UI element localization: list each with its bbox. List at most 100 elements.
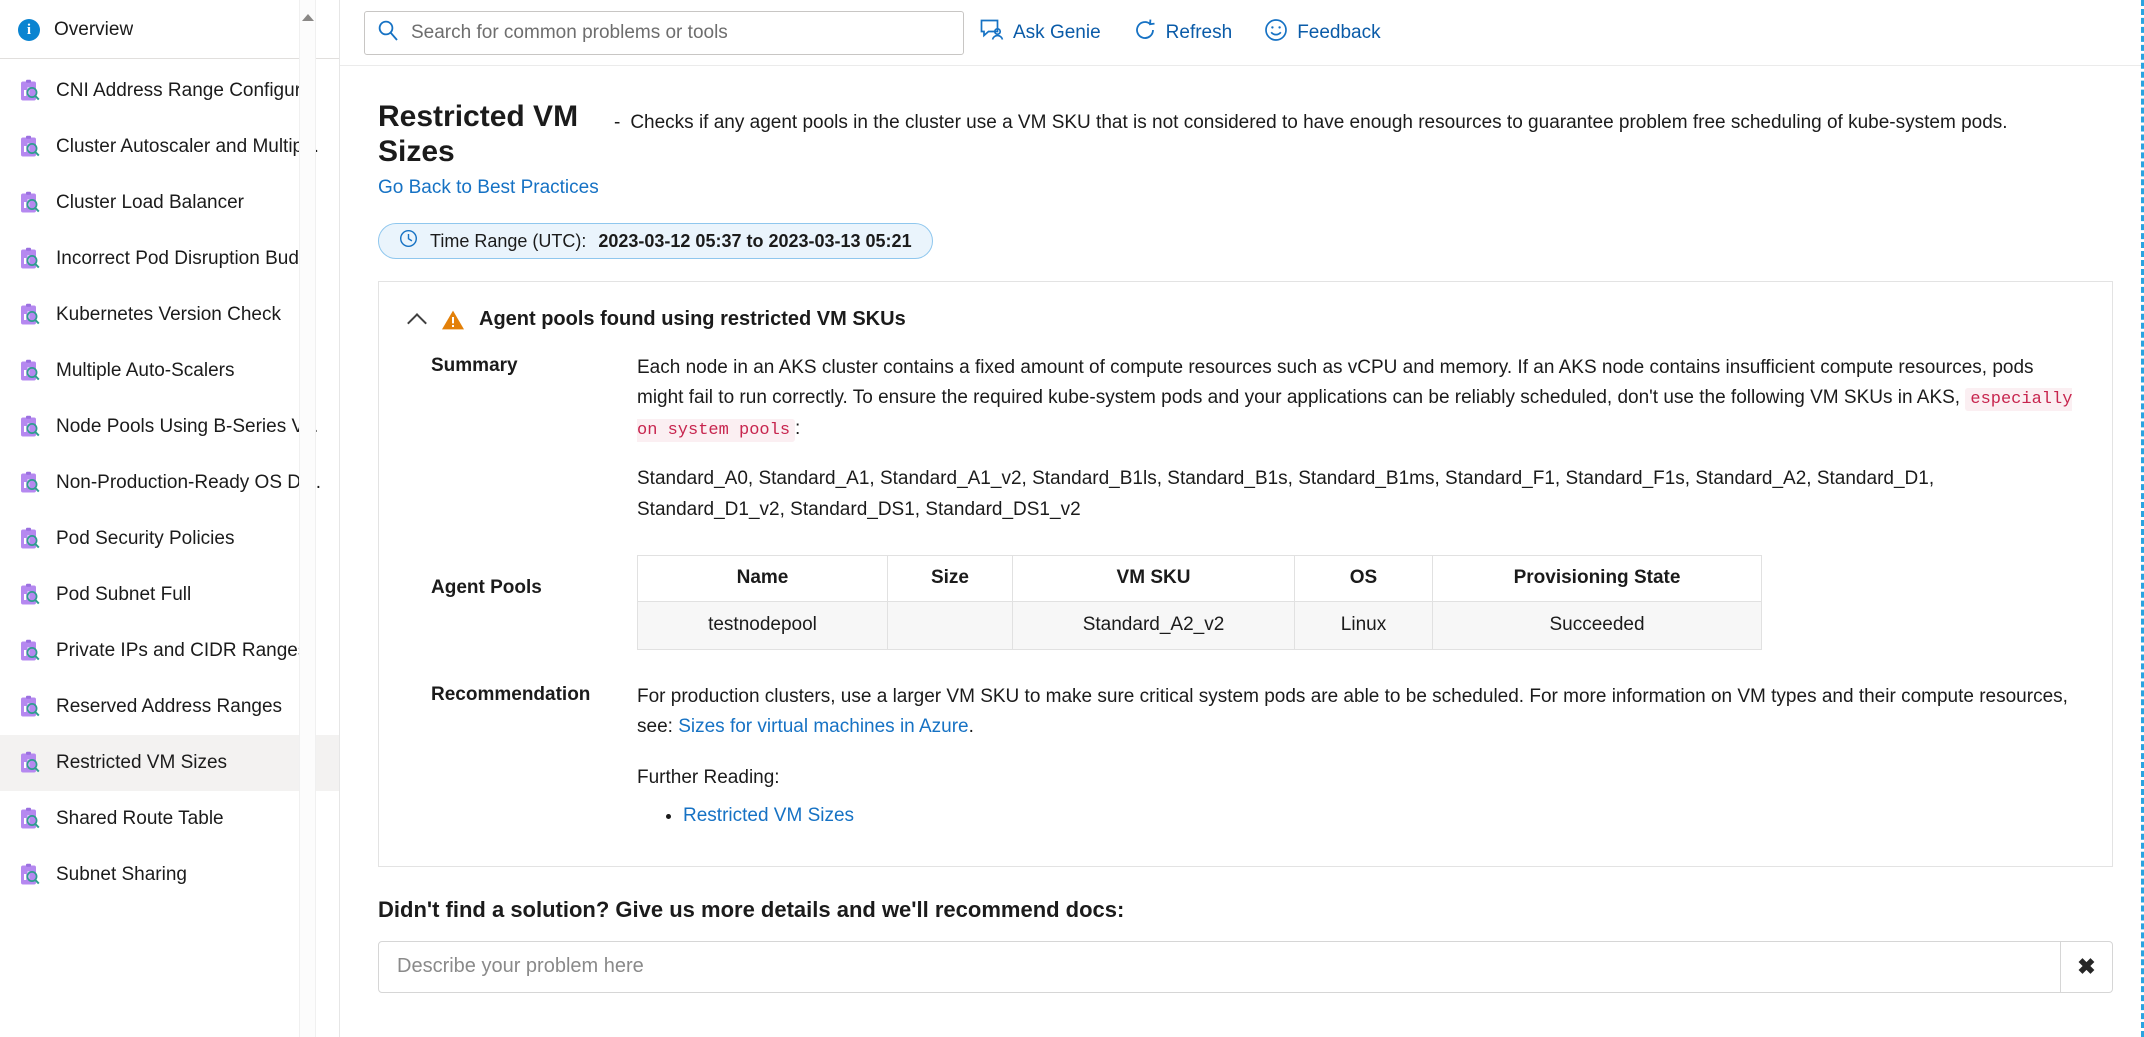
sidebar-item-reserved-address-ranges[interactable]: Reserved Address Ranges (0, 679, 340, 735)
sidebar-divider (0, 58, 340, 59)
toolbar: Ask Genie Refresh (340, 0, 2141, 66)
summary-body: Each node in an AKS cluster contains a f… (637, 353, 2078, 525)
scroll-up-arrow-icon[interactable] (302, 14, 314, 21)
sidebar-item-label: Pod Security Policies (56, 528, 234, 550)
sidebar-scrollbar[interactable] (299, 0, 316, 1037)
clipboard-detector-icon (18, 191, 42, 215)
feedback-prompt: Didn't find a solution? Give us more det… (378, 897, 2113, 923)
sidebar-item-label: Restricted VM Sizes (56, 752, 227, 774)
sidebar-item-multiple-auto-scalers[interactable]: Multiple Auto-Scalers (0, 343, 340, 399)
sidebar: i Overview CNI Address Range Configur...… (0, 0, 340, 1037)
column-header-os: OS (1295, 555, 1433, 601)
sidebar-item-node-pools-using-b-series-v[interactable]: Node Pools Using B-Series V... (0, 399, 340, 455)
agent-pools-table: Name Size VM SKU OS Provisioning State t… (637, 555, 1762, 650)
clipboard-detector-icon (18, 639, 42, 663)
sidebar-list: CNI Address Range Configur... Cluster Aut… (0, 63, 340, 903)
feedback-input-row: ✖ (378, 941, 2113, 993)
recommendation-label: Recommendation (409, 682, 637, 832)
refresh-icon (1133, 18, 1157, 48)
agent-pools-section: Agent Pools Name Size VM SKU OS Provisio… (379, 555, 2112, 650)
summary-section: Summary Each node in an AKS cluster cont… (379, 353, 2112, 525)
time-range-badge[interactable]: Time Range (UTC): 2023-03-12 05:37 to 20… (378, 223, 933, 259)
feedback-label: Feedback (1297, 22, 1380, 44)
recommendation-text-after: . (969, 716, 974, 737)
clock-icon (399, 229, 418, 253)
time-range-value: 2023-03-12 05:37 to 2023-03-13 05:21 (598, 231, 911, 252)
sidebar-item-incorrect-pod-disruption-bud[interactable]: Incorrect Pod Disruption Bud... (0, 231, 340, 287)
description-dash: - (614, 106, 620, 139)
sidebar-item-label: Private IPs and CIDR Ranges (56, 640, 307, 662)
page-description: - Checks if any agent pools in the clust… (614, 100, 2113, 139)
app-root: i Overview CNI Address Range Configur...… (0, 0, 2144, 1037)
column-header-vm-sku: VM SKU (1013, 555, 1295, 601)
clipboard-detector-icon (18, 583, 42, 607)
column-header-provisioning-state: Provisioning State (1433, 555, 1762, 601)
sidebar-item-non-production-ready-os-di[interactable]: Non-Production-Ready OS Di... (0, 455, 340, 511)
sidebar-item-kubernetes-version-check[interactable]: Kubernetes Version Check (0, 287, 340, 343)
table-row: testnodepool Standard_A2_v2 Linux Succee… (638, 601, 1762, 649)
table-header-row: Name Size VM SKU OS Provisioning State (638, 555, 1762, 601)
sidebar-item-cni-address-range-configur[interactable]: CNI Address Range Configur... (0, 63, 340, 119)
refresh-label: Refresh (1166, 22, 1233, 44)
sidebar-item-label: Multiple Auto-Scalers (56, 360, 234, 382)
cell-vm-sku: Standard_A2_v2 (1013, 601, 1295, 649)
close-icon[interactable]: ✖ (2061, 941, 2113, 993)
clipboard-detector-icon (18, 695, 42, 719)
cell-size (888, 601, 1013, 649)
clipboard-detector-icon (18, 303, 42, 327)
sidebar-item-cluster-load-balancer[interactable]: Cluster Load Balancer (0, 175, 340, 231)
clipboard-detector-icon (18, 359, 42, 383)
clipboard-detector-icon (18, 415, 42, 439)
sidebar-item-cluster-autoscaler-and-multip[interactable]: Cluster Autoscaler and Multip... (0, 119, 340, 175)
page-title: Restricted VM Sizes (378, 100, 614, 169)
clipboard-detector-icon (18, 751, 42, 775)
summary-text-before: Each node in an AKS cluster contains a f… (637, 357, 2034, 408)
card-header[interactable]: Agent pools found using restricted VM SK… (379, 308, 2112, 331)
ask-genie-button[interactable]: Ask Genie (964, 11, 1117, 55)
sidebar-item-pod-subnet-full[interactable]: Pod Subnet Full (0, 567, 340, 623)
recommendation-section: Recommendation For production clusters, … (379, 682, 2112, 832)
refresh-button[interactable]: Refresh (1117, 11, 1249, 55)
ask-genie-label: Ask Genie (1013, 22, 1101, 44)
sidebar-item-label: Overview (54, 19, 133, 41)
restricted-vm-sizes-link[interactable]: Restricted VM Sizes (683, 805, 854, 826)
clipboard-detector-icon (18, 471, 42, 495)
agent-pools-body: Name Size VM SKU OS Provisioning State t… (637, 555, 2078, 650)
search-icon (377, 19, 399, 46)
clipboard-detector-icon (18, 247, 42, 271)
page-header: Restricted VM Sizes Go Back to Best Prac… (340, 100, 2141, 199)
sidebar-item-shared-route-table[interactable]: Shared Route Table (0, 791, 340, 847)
ask-genie-icon (980, 19, 1004, 47)
sidebar-item-label: Cluster Autoscaler and Multip... (56, 136, 319, 158)
feedback-smiley-icon (1264, 18, 1288, 48)
description-text: Checks if any agent pools in the cluster… (630, 106, 2007, 139)
column-header-size: Size (888, 555, 1013, 601)
clipboard-detector-icon (18, 79, 42, 103)
sidebar-item-label: Cluster Load Balancer (56, 192, 244, 214)
chevron-up-icon[interactable] (409, 311, 427, 329)
sidebar-item-pod-security-policies[interactable]: Pod Security Policies (0, 511, 340, 567)
agent-pools-label: Agent Pools (409, 555, 637, 650)
sidebar-item-overview[interactable]: i Overview (0, 4, 340, 56)
sidebar-item-restricted-vm-sizes[interactable]: Restricted VM Sizes (0, 735, 340, 791)
sidebar-item-label: Shared Route Table (56, 808, 224, 830)
sidebar-item-label: Pod Subnet Full (56, 584, 191, 606)
further-reading-label: Further Reading: (637, 763, 2078, 793)
sidebar-item-label: Non-Production-Ready OS Di... (56, 472, 321, 494)
info-icon: i (18, 19, 40, 41)
column-header-name: Name (638, 555, 888, 601)
sidebar-item-subnet-sharing[interactable]: Subnet Sharing (0, 847, 340, 903)
search-box[interactable] (364, 11, 964, 55)
sidebar-item-private-ips-and-cidr-ranges[interactable]: Private IPs and CIDR Ranges (0, 623, 340, 679)
feedback-button[interactable]: Feedback (1248, 11, 1396, 55)
clipboard-detector-icon (18, 135, 42, 159)
list-item: Restricted VM Sizes (683, 801, 2078, 831)
describe-problem-input[interactable] (378, 941, 2061, 993)
go-back-link[interactable]: Go Back to Best Practices (378, 177, 614, 199)
vm-sizes-link[interactable]: Sizes for virtual machines in Azure (678, 716, 968, 737)
sidebar-item-label: Reserved Address Ranges (56, 696, 282, 718)
sidebar-item-label: Subnet Sharing (56, 864, 187, 886)
summary-paragraph: Each node in an AKS cluster contains a f… (637, 353, 2078, 444)
sidebar-item-label: Node Pools Using B-Series V... (56, 416, 318, 438)
search-input[interactable] (409, 21, 951, 45)
